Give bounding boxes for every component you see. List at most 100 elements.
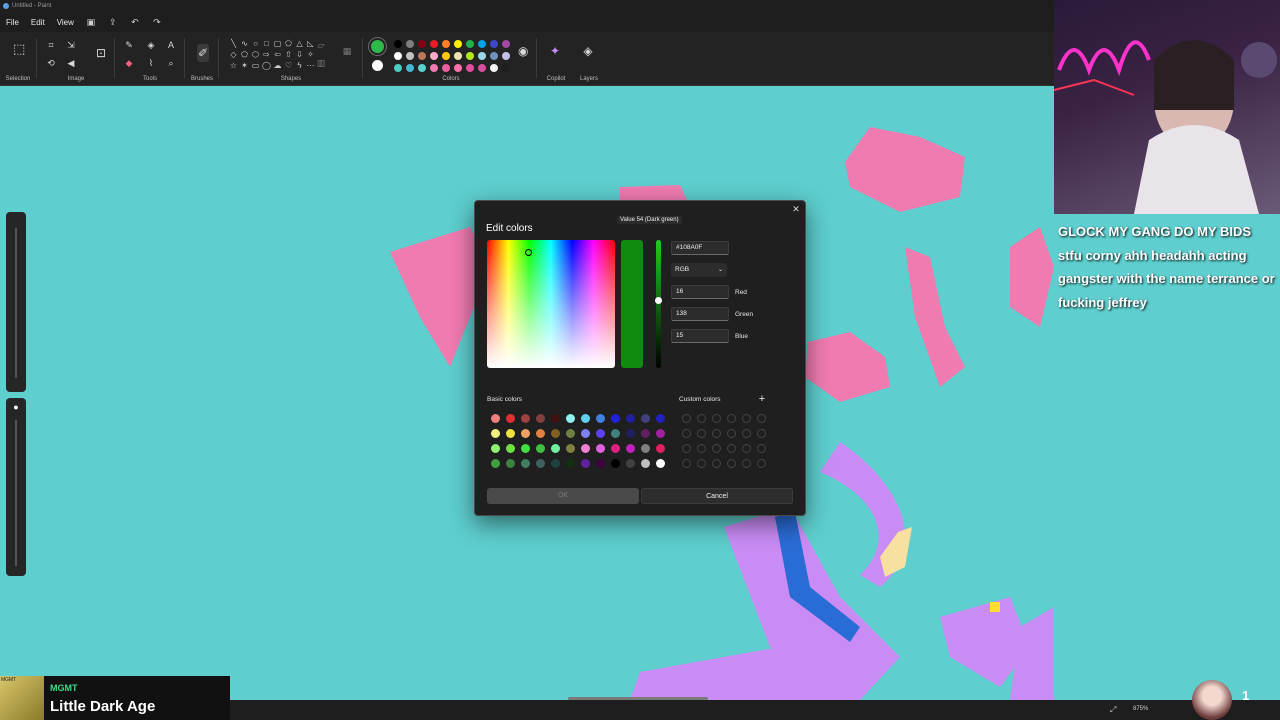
basic-color-swatch[interactable] (611, 459, 620, 468)
edit-colors-icon[interactable]: ◉ (518, 45, 528, 57)
custom-color-slot[interactable] (697, 414, 706, 423)
brush-size-slider[interactable] (6, 212, 26, 392)
basic-color-swatch[interactable] (521, 459, 530, 468)
custom-color-slot[interactable] (742, 414, 751, 423)
color-spectrum[interactable] (487, 240, 615, 368)
custom-color-slot[interactable] (757, 444, 766, 453)
custom-color-slot[interactable] (697, 459, 706, 468)
flip-icon[interactable]: ◀ (66, 58, 76, 68)
brush-icon[interactable]: ✐ (197, 44, 209, 62)
basic-color-swatch[interactable] (536, 429, 545, 438)
add-custom-color-icon[interactable]: + (756, 393, 768, 405)
basic-color-swatch[interactable] (641, 429, 650, 438)
basic-color-swatch[interactable] (521, 414, 530, 423)
horizontal-scrollbar[interactable] (568, 697, 708, 700)
magnifier-icon[interactable]: ⌕ (166, 58, 176, 68)
custom-color-slot[interactable] (742, 429, 751, 438)
text-icon[interactable]: A (166, 40, 176, 50)
custom-color-slot[interactable] (712, 429, 721, 438)
basic-color-swatch[interactable] (581, 459, 590, 468)
menu-edit[interactable]: Edit (25, 18, 51, 27)
close-icon[interactable]: ✕ (791, 204, 801, 215)
image-select-icon[interactable]: ⊡ (96, 47, 106, 59)
basic-color-swatch[interactable] (611, 414, 620, 423)
basic-color-swatch[interactable] (566, 429, 575, 438)
basic-color-swatch[interactable] (656, 414, 665, 423)
menu-file[interactable]: File (0, 18, 25, 27)
basic-color-swatch[interactable] (641, 459, 650, 468)
basic-color-swatch[interactable] (596, 459, 605, 468)
basic-color-swatch[interactable] (566, 444, 575, 453)
custom-color-slot[interactable] (712, 459, 721, 468)
save-icon[interactable]: ▣ (86, 17, 96, 27)
zoom-level[interactable]: 875% (1133, 706, 1148, 712)
crop-icon[interactable]: ⌗ (46, 40, 56, 50)
basic-color-swatch[interactable] (596, 444, 605, 453)
basic-color-swatch[interactable] (521, 429, 530, 438)
selection-icon[interactable]: ⬚ (13, 42, 25, 55)
basic-color-swatch[interactable] (566, 459, 575, 468)
cancel-button[interactable]: Cancel (641, 488, 793, 504)
basic-color-swatch[interactable] (641, 414, 650, 423)
rotate-icon[interactable]: ⟲ (46, 58, 56, 68)
custom-color-slot[interactable] (727, 414, 736, 423)
basic-color-swatch[interactable] (596, 429, 605, 438)
primary-color-swatch[interactable] (371, 40, 384, 53)
custom-color-slot[interactable] (697, 444, 706, 453)
ok-button[interactable]: OK (487, 488, 639, 504)
custom-color-slot[interactable] (757, 414, 766, 423)
custom-color-slot[interactable] (682, 444, 691, 453)
basic-color-swatch[interactable] (551, 444, 560, 453)
custom-color-slot[interactable] (712, 444, 721, 453)
custom-color-slot[interactable] (742, 459, 751, 468)
basic-color-swatch[interactable] (551, 459, 560, 468)
basic-color-swatch[interactable] (581, 414, 590, 423)
basic-color-swatch[interactable] (626, 414, 635, 423)
basic-color-swatch[interactable] (626, 444, 635, 453)
basic-color-swatch[interactable] (551, 429, 560, 438)
custom-color-slot[interactable] (757, 429, 766, 438)
custom-color-slot[interactable] (682, 414, 691, 423)
basic-color-swatch[interactable] (566, 414, 575, 423)
basic-color-swatch[interactable] (506, 444, 515, 453)
custom-color-slot[interactable] (682, 459, 691, 468)
green-input[interactable]: 138 (671, 307, 729, 321)
custom-color-slot[interactable] (712, 414, 721, 423)
basic-color-swatch[interactable] (491, 429, 500, 438)
basic-color-swatch[interactable] (656, 444, 665, 453)
color-mode-select[interactable]: RGB ⌄ (671, 263, 727, 277)
custom-color-slot[interactable] (697, 429, 706, 438)
basic-color-swatch[interactable] (536, 414, 545, 423)
hex-input[interactable]: #108A0F (671, 241, 729, 255)
basic-color-swatch[interactable] (506, 429, 515, 438)
basic-color-swatch[interactable] (656, 459, 665, 468)
spectrum-marker[interactable] (525, 249, 532, 256)
custom-color-slot[interactable] (727, 459, 736, 468)
basic-color-swatch[interactable] (626, 459, 635, 468)
fill-icon[interactable]: ◈ (146, 40, 156, 50)
value-slider[interactable] (655, 240, 662, 368)
color-picker-icon[interactable]: ⌇ (146, 58, 156, 68)
opacity-slider[interactable]: ● (6, 398, 26, 576)
red-input[interactable]: 16 (671, 285, 729, 299)
resize-icon[interactable]: ⇲ (66, 40, 76, 50)
undo-icon[interactable]: ↶ (130, 17, 140, 27)
basic-colors-grid[interactable] (488, 411, 668, 471)
basic-color-swatch[interactable] (536, 459, 545, 468)
share-icon[interactable]: ⇪ (108, 17, 118, 27)
custom-color-slot[interactable] (682, 429, 691, 438)
secondary-color-swatch[interactable] (372, 60, 383, 71)
basic-color-swatch[interactable] (491, 414, 500, 423)
basic-color-swatch[interactable] (611, 444, 620, 453)
basic-color-swatch[interactable] (656, 429, 665, 438)
custom-color-slot[interactable] (742, 444, 751, 453)
basic-color-swatch[interactable] (581, 444, 590, 453)
basic-color-swatch[interactable] (506, 414, 515, 423)
basic-color-swatch[interactable] (641, 444, 650, 453)
basic-color-swatch[interactable] (506, 459, 515, 468)
pencil-icon[interactable]: ✎ (124, 40, 134, 50)
custom-color-slot[interactable] (727, 429, 736, 438)
menu-view[interactable]: View (51, 18, 80, 27)
custom-color-slot[interactable] (727, 444, 736, 453)
basic-color-swatch[interactable] (491, 459, 500, 468)
